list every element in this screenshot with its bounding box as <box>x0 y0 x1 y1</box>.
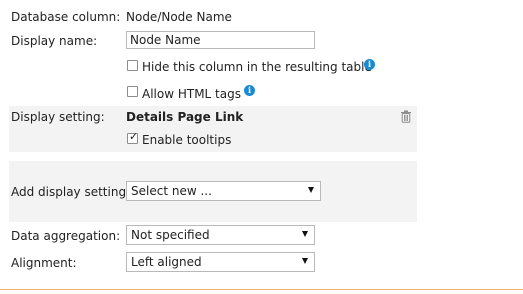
checkmark-icon: ✓ <box>129 130 139 143</box>
footer-divider <box>0 289 523 290</box>
hide-column-label: Hide this column in the resulting table <box>142 60 372 74</box>
allow-html-checkbox[interactable] <box>127 86 138 97</box>
add-display-settings-label: Add display settings: <box>11 185 137 199</box>
display-name-label: Display name: <box>11 34 98 48</box>
database-column-label: Database column: <box>11 10 121 24</box>
trash-icon[interactable] <box>400 110 412 123</box>
data-aggregation-selected: Not specified <box>131 228 210 242</box>
allow-html-label: Allow HTML tags <box>142 87 241 101</box>
hide-column-checkbox[interactable] <box>127 60 138 71</box>
add-display-settings-selected: Select new ... <box>131 184 212 198</box>
display-name-input[interactable]: Node Name <box>126 31 315 49</box>
dropdown-arrow-icon <box>302 231 308 237</box>
data-aggregation-label: Data aggregation: <box>11 229 121 243</box>
enable-tooltips-checkbox[interactable]: ✓ <box>127 130 139 144</box>
alignment-selected: Left aligned <box>131 255 202 269</box>
alignment-label: Alignment: <box>11 256 77 270</box>
data-aggregation-select[interactable]: Not specified <box>126 225 315 245</box>
enable-tooltips-label: Enable tooltips <box>142 133 232 147</box>
display-setting-label: Display setting: <box>11 110 105 124</box>
dropdown-arrow-icon <box>308 187 314 193</box>
dropdown-arrow-icon <box>302 258 308 264</box>
info-icon[interactable]: i <box>244 85 255 96</box>
display-setting-value: Details Page Link <box>126 110 244 124</box>
add-display-settings-select[interactable]: Select new ... <box>126 181 321 201</box>
alignment-select[interactable]: Left aligned <box>126 252 315 272</box>
database-column-value: Node/Node Name <box>126 10 232 24</box>
info-icon[interactable]: i <box>364 59 375 70</box>
